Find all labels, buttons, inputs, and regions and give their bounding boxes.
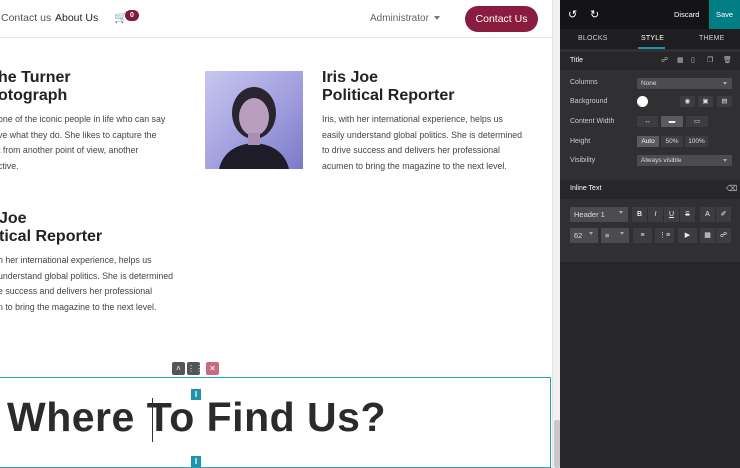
visibility-select[interactable]: Always visible — [637, 155, 732, 166]
link-icon[interactable]: ☍ — [716, 228, 731, 243]
align-select-icon[interactable]: ≡ — [601, 228, 629, 243]
strikethrough-button[interactable]: S — [680, 207, 695, 222]
height-100-button[interactable]: 100% — [685, 136, 708, 147]
height-50-button[interactable]: 50% — [661, 136, 683, 147]
width-medium-icon[interactable]: ▬ — [661, 116, 683, 127]
text-cursor-marker-icon[interactable]: I — [191, 456, 201, 467]
play-icon[interactable]: ▶ — [678, 228, 697, 243]
site-navbar: Contact us About Us 🛒 0 Administrator Co… — [0, 0, 552, 38]
inline-text-title: Inline Text — [570, 185, 602, 192]
nav-contact-link[interactable]: Contact us — [1, 12, 51, 24]
delete-icon[interactable]: ✕ — [206, 362, 219, 375]
visibility-label: Visibility — [570, 157, 596, 164]
section-heading[interactable]: Where To Find Us? — [7, 394, 386, 441]
website-preview: Contact us About Us 🛒 0 Administrator Co… — [0, 0, 552, 468]
editor-tabs: BLOCKS STYLE THEME — [560, 29, 740, 49]
inline-text-header: Inline Text ⌫ — [560, 180, 740, 199]
mobile-icon[interactable]: ▯ — [691, 56, 695, 64]
width-small-icon[interactable]: ↔ — [637, 116, 658, 127]
columns-label: Columns — [570, 79, 598, 86]
numbered-list-icon[interactable]: ⋮≡ — [655, 228, 674, 243]
active-tab-indicator — [638, 47, 665, 49]
admin-dropdown[interactable]: Administrator — [370, 13, 440, 24]
member-photo[interactable] — [205, 71, 303, 169]
page-scrollbar[interactable] — [552, 0, 560, 468]
eraser-icon[interactable]: ⌫ — [726, 184, 737, 193]
member-role: tical Reporter — [0, 228, 103, 245]
bold-button[interactable]: B — [632, 207, 647, 222]
link-icon[interactable]: ☍ — [661, 56, 668, 64]
heading-style-select[interactable]: Header 1 — [570, 207, 628, 222]
bullet-list-icon[interactable]: ≡ — [633, 228, 652, 243]
camera-icon[interactable]: ◉ — [680, 96, 695, 107]
image-icon[interactable]: ▤ — [717, 96, 732, 107]
member-bio: Iris, with her international experience,… — [322, 114, 523, 171]
redo-icon[interactable]: ↻ — [590, 8, 599, 21]
member-name: Iris Joe — [322, 69, 379, 86]
title-section-header: Title ☍ ▦ ▯ ❐ 🗑 — [560, 52, 740, 70]
editor-topbar: ↺ ↻ Discard Save — [560, 0, 740, 29]
content-width-label: Content Width — [570, 118, 615, 125]
duplicate-icon[interactable]: ❐ — [707, 56, 713, 64]
height-auto-button[interactable]: Auto — [637, 136, 659, 147]
background-color-picker[interactable] — [637, 96, 648, 107]
save-snippet-icon[interactable]: ▦ — [677, 56, 684, 64]
move-up-icon[interactable]: ˄ — [172, 362, 185, 375]
editor-panel: ↺ ↻ Discard Save BLOCKS STYLE THEME Titl… — [560, 0, 740, 468]
discard-button[interactable]: Discard — [674, 10, 699, 19]
italic-button[interactable]: I — [648, 207, 663, 222]
member-role: otograph — [0, 87, 68, 104]
member-name: Joe — [0, 210, 27, 227]
background-label: Background — [570, 98, 608, 105]
brush-icon[interactable]: ✐ — [716, 207, 731, 222]
tab-style[interactable]: STYLE — [641, 35, 664, 42]
font-color-icon[interactable]: A — [700, 207, 715, 222]
section-title: Title — [570, 57, 583, 64]
member-role: Political Reporter — [322, 87, 455, 104]
nav-about-link[interactable]: About Us — [55, 12, 98, 24]
height-label: Height — [570, 138, 591, 145]
tab-theme[interactable]: THEME — [699, 35, 725, 42]
media-icon[interactable]: ▦ — [700, 228, 715, 243]
video-icon[interactable]: ▣ — [698, 96, 713, 107]
columns-select[interactable]: None — [637, 78, 732, 89]
cart-count-badge: 0 — [125, 10, 139, 21]
underline-button[interactable]: U — [664, 207, 679, 222]
contact-us-button[interactable]: Contact Us — [465, 6, 538, 32]
tab-blocks[interactable]: BLOCKS — [578, 35, 608, 42]
undo-icon[interactable]: ↺ — [568, 8, 577, 21]
drag-handle-icon[interactable]: ⋮⋮ — [187, 362, 203, 375]
font-size-select[interactable]: 62 — [570, 228, 598, 243]
panel-empty-area — [560, 262, 740, 468]
member-bio: one of the iconic people in life who can… — [0, 114, 166, 171]
save-button[interactable]: Save — [709, 0, 740, 29]
width-full-icon[interactable]: ▭ — [686, 116, 708, 127]
text-caret — [152, 398, 153, 442]
member-bio: h her international experience, helps us… — [0, 255, 174, 312]
trash-icon[interactable]: 🗑 — [723, 56, 732, 64]
member-name: he Turner — [0, 69, 71, 86]
